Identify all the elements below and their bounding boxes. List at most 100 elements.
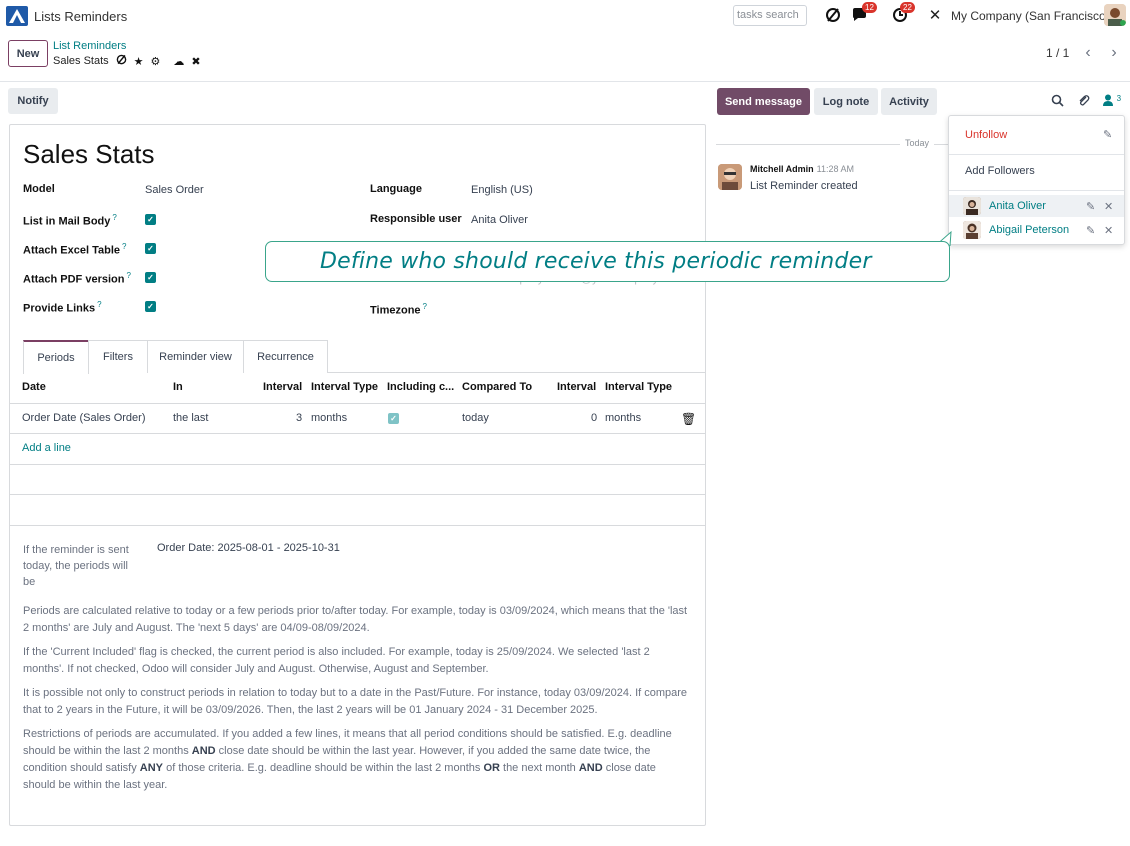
new-button[interactable]: New <box>8 40 48 67</box>
column-header-interval[interactable]: Interval <box>263 381 302 393</box>
pager-value[interactable]: 1 / 1 <box>1046 46 1069 60</box>
column-header-interval-2[interactable]: Interval <box>557 381 596 393</box>
table-divider <box>10 494 706 495</box>
attach-excel-label: Attach Excel Table? <box>23 242 127 257</box>
help-paragraph-4: Restrictions of periods are accumulated.… <box>23 728 672 791</box>
delete-row-icon[interactable]: 🗑 <box>681 412 696 426</box>
follower-name[interactable]: Abigail Peterson <box>989 224 1069 236</box>
form-statusbar: Notify <box>0 82 710 120</box>
tour-callout: Define who should receive this periodic … <box>265 241 950 282</box>
debug-icon[interactable] <box>824 6 842 24</box>
column-header-interval-type-2[interactable]: Interval Type <box>605 381 672 393</box>
discard-icon[interactable]: ✖ <box>191 55 200 68</box>
column-header-in[interactable]: In <box>173 381 183 393</box>
add-followers-button[interactable]: Add Followers <box>965 165 1035 177</box>
provide-links-checkbox[interactable]: ✓ <box>145 301 156 312</box>
responsible-value[interactable]: Anita Oliver <box>471 214 528 226</box>
tab-recurrence[interactable]: Recurrence <box>243 340 328 373</box>
top-navbar: Lists Reminders tasks search 12 22 ✕ My … <box>0 0 1130 32</box>
list-mail-checkbox[interactable]: ✓ <box>145 214 156 225</box>
cell-interval-type-2[interactable]: months <box>605 412 641 424</box>
model-value[interactable]: Sales Order <box>145 184 204 196</box>
gear-icon[interactable]: ⚙ <box>151 55 161 68</box>
follower-item[interactable]: Anita Oliver ✎ ✕ <box>949 195 1124 217</box>
send-message-button[interactable]: Send message <box>717 88 810 115</box>
attach-pdf-label: Attach PDF version? <box>23 271 131 286</box>
model-label: Model <box>23 183 55 195</box>
cell-in[interactable]: the last <box>173 412 208 424</box>
messages-badge: 12 <box>862 2 877 13</box>
preview-label: If the reminder is sent today, the perio… <box>23 544 129 588</box>
cell-interval-2[interactable]: 0 <box>591 412 597 424</box>
preview-value: Order Date: 2025-08-01 - 2025-10-31 <box>157 542 340 554</box>
list-mail-label: List in Mail Body? <box>23 213 117 228</box>
record-title[interactable]: Sales Stats <box>23 139 155 170</box>
edit-icon[interactable]: ✎ <box>1086 200 1095 213</box>
attach-excel-checkbox[interactable]: ✓ <box>145 243 156 254</box>
breadcrumb-current: Sales Stats ★ ⚙ ☁ ✖ <box>53 54 201 68</box>
message-author-avatar[interactable] <box>718 164 742 190</box>
search-icon[interactable] <box>1051 94 1064 110</box>
cell-date[interactable]: Order Date (Sales Order) <box>22 412 145 424</box>
debug-icon[interactable] <box>116 54 127 68</box>
activities-icon[interactable]: 22 <box>889 2 915 24</box>
tab-reminder-view[interactable]: Reminder view <box>147 340 244 373</box>
notebook-tabs: Periods Filters Reminder view Recurrence <box>23 340 706 374</box>
message-body: List Reminder created <box>750 180 858 192</box>
remove-follower-icon[interactable]: ✕ <box>1104 224 1113 237</box>
message-author[interactable]: Mitchell Admin 11:28 AM <box>750 164 854 174</box>
add-line-link[interactable]: Add a line <box>22 442 71 454</box>
pager-next-icon[interactable]: › <box>1103 42 1125 64</box>
cell-interval-type[interactable]: months <box>311 412 347 424</box>
activities-badge: 22 <box>900 2 915 13</box>
help-paragraph-2: If the 'Current Included' flag is checke… <box>23 646 650 675</box>
attach-pdf-checkbox[interactable]: ✓ <box>145 272 156 283</box>
tab-filters[interactable]: Filters <box>88 340 148 373</box>
column-header-date[interactable]: Date <box>22 381 46 393</box>
cell-including-current-checkbox[interactable]: ✓ <box>388 413 399 424</box>
tools-icon[interactable]: ✕ <box>927 6 943 24</box>
provide-links-label: Provide Links? <box>23 300 102 315</box>
tab-periods[interactable]: Periods <box>23 340 89 374</box>
cell-compared-to[interactable]: today <box>462 412 489 424</box>
remove-follower-icon[interactable]: ✕ <box>1104 200 1113 213</box>
user-avatar[interactable] <box>1104 4 1126 26</box>
follower-avatar <box>963 197 981 215</box>
column-header-compared-to[interactable]: Compared To <box>462 381 532 393</box>
log-note-button[interactable]: Log note <box>814 88 878 115</box>
language-label: Language <box>370 183 422 195</box>
activity-button[interactable]: Activity <box>881 88 937 115</box>
control-panel: New List Reminders Sales Stats ★ ⚙ ☁ ✖ 1… <box>0 32 1130 82</box>
table-divider <box>10 525 706 526</box>
dropdown-divider <box>949 190 1124 191</box>
table-row[interactable]: Order Date (Sales Order) the last 3 mont… <box>10 404 706 434</box>
followers-dropdown: Unfollow ✎ Add Followers Anita Oliver ✎ … <box>948 115 1125 245</box>
cloud-save-icon[interactable]: ☁ <box>173 55 184 68</box>
edit-icon[interactable]: ✎ <box>1103 128 1112 141</box>
follower-item[interactable]: Abigail Peterson ✎ ✕ <box>949 219 1124 241</box>
periods-table-header: Date In Interval Interval Type Including… <box>10 373 706 404</box>
app-logo-icon[interactable] <box>6 6 28 26</box>
column-header-including-current[interactable]: Including c... <box>387 381 454 393</box>
company-switcher[interactable]: My Company (San Francisco) <box>951 9 1110 23</box>
followers-count: 3 <box>1116 94 1122 103</box>
help-paragraph-1: Periods are calculated relative to today… <box>23 605 688 634</box>
app-title[interactable]: Lists Reminders <box>34 9 127 24</box>
responsible-label: Responsible user <box>370 213 462 225</box>
column-header-interval-type[interactable]: Interval Type <box>311 381 378 393</box>
pager-previous-icon[interactable]: ‹ <box>1077 42 1099 64</box>
tasks-search-input[interactable]: tasks search <box>733 5 807 26</box>
breadcrumb-parent[interactable]: List Reminders <box>53 40 126 52</box>
follower-name[interactable]: Anita Oliver <box>989 200 1046 212</box>
messages-icon[interactable]: 12 <box>850 2 877 24</box>
cell-interval[interactable]: 3 <box>296 412 302 424</box>
edit-icon[interactable]: ✎ <box>1086 224 1095 237</box>
language-value[interactable]: English (US) <box>471 184 533 196</box>
paperclip-icon[interactable] <box>1077 94 1090 110</box>
notify-button[interactable]: Notify <box>8 88 58 114</box>
dropdown-divider <box>949 154 1124 155</box>
pin-icon[interactable]: ★ <box>134 55 144 68</box>
follower-avatar <box>963 221 981 239</box>
followers-icon[interactable]: 3 <box>1103 94 1121 109</box>
unfollow-button[interactable]: Unfollow <box>965 129 1007 141</box>
